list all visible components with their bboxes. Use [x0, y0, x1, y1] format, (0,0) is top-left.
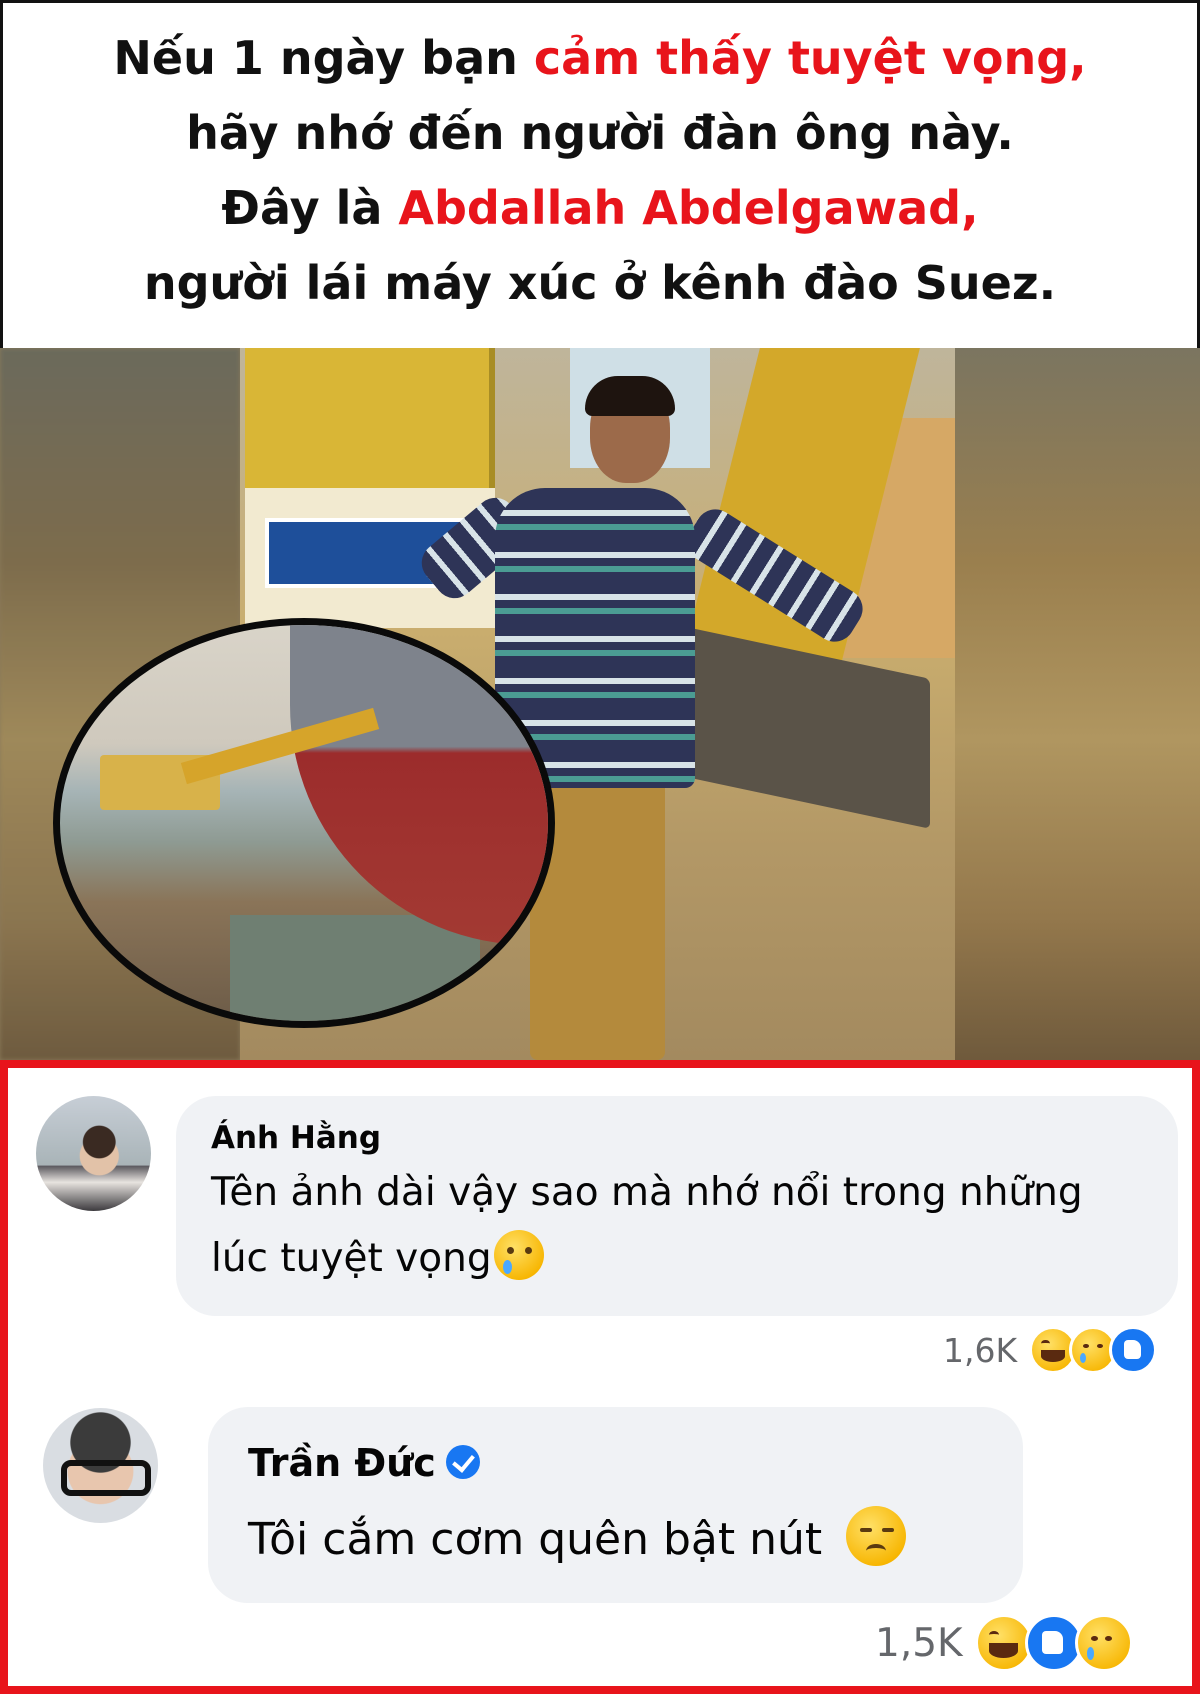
haha-reaction-icon: [974, 1614, 1033, 1672]
comment-bubble: Trần Đức Tôi cắm cơm quên bật nút: [208, 1407, 1023, 1603]
comment-text-container: Tên ảnh dài vậy sao mà nhớ nổi trong nhữ…: [211, 1160, 1141, 1292]
comment-text: Tôi cắm cơm quên bật nút: [248, 1514, 837, 1565]
sad-reaction-icon: [1074, 1614, 1133, 1672]
comment-text: Tên ảnh dài vậy sao mà nhớ nổi trong nhữ…: [211, 1170, 1083, 1281]
headline-line-2: hãy nhớ đến người đàn ông này.: [186, 106, 1014, 160]
headline-highlight: Abdallah Abdelgawad,: [398, 181, 979, 235]
headline-text: Nếu 1 ngày bạn: [113, 31, 534, 85]
inset-water: [230, 915, 480, 1021]
reaction-count: 1,6K: [943, 1330, 1018, 1370]
avatar[interactable]: [36, 1096, 151, 1211]
comment-author-name[interactable]: Trần Đức: [248, 1441, 436, 1485]
comment-author[interactable]: Trần Đức: [248, 1441, 480, 1485]
headline-line-1: Nếu 1 ngày bạn cảm thấy tuyệt vọng,: [3, 21, 1197, 96]
main-photo: [0, 348, 1200, 1060]
reaction-summary[interactable]: 1,6K: [943, 1326, 1158, 1374]
meme-headline: Nếu 1 ngày bạn cảm thấy tuyệt vọng, hãy …: [0, 0, 1200, 348]
reaction-count: 1,5K: [875, 1620, 963, 1666]
like-reaction-icon: [1109, 1326, 1158, 1374]
crying-face-emoji-icon: [493, 1229, 544, 1280]
comment-text-container: Tôi cắm cơm quên bật nút: [248, 1506, 907, 1573]
headline-text: Đây là: [221, 181, 399, 235]
comment-author[interactable]: Ánh Hằng: [211, 1120, 381, 1156]
inset-circle-photo: [53, 618, 555, 1028]
like-reaction-icon: [1024, 1614, 1083, 1672]
headline-line-3: Đây là Abdallah Abdelgawad,: [3, 171, 1197, 246]
inset-ship-hull: [290, 625, 548, 945]
comment-section: Ánh Hằng Tên ảnh dài vậy sao mà nhớ nổi …: [0, 1060, 1200, 1694]
man-hair: [585, 376, 675, 416]
verified-badge-icon: [445, 1444, 480, 1479]
disappointed-face-emoji-icon: [846, 1506, 907, 1566]
comment-bubble: Ánh Hằng Tên ảnh dài vậy sao mà nhớ nổi …: [176, 1096, 1178, 1316]
headline-highlight: cảm thấy tuyệt vọng,: [533, 31, 1087, 85]
headline-line-4: người lái máy xúc ở kênh đào Suez.: [143, 256, 1057, 310]
photo-blurred-right: [955, 348, 1200, 1060]
avatar[interactable]: [43, 1408, 158, 1523]
reaction-summary[interactable]: 1,5K: [875, 1614, 1133, 1672]
